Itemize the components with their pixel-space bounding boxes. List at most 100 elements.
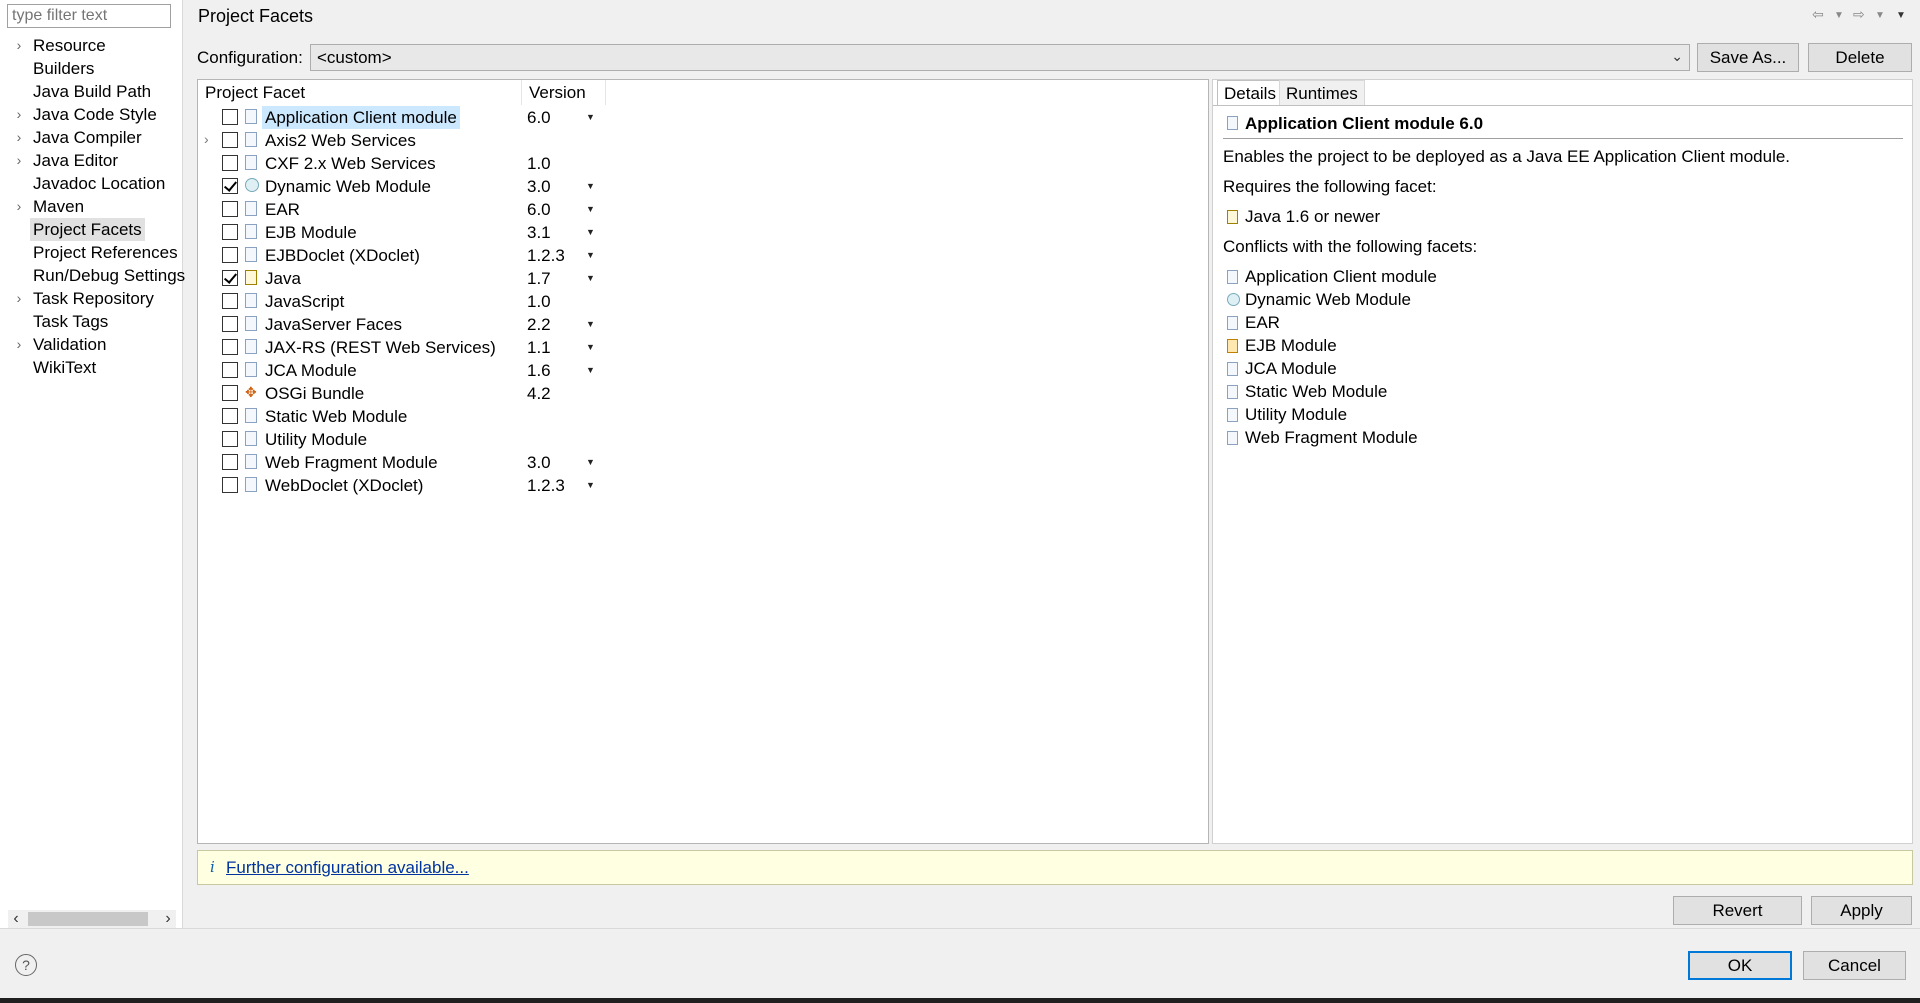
version-dropdown-icon[interactable]: ▼ — [586, 175, 595, 198]
nav-item[interactable]: › Task Repository — [0, 287, 182, 310]
facet-row[interactable]: EJBDoclet (XDoclet) 1.2.3 ▼ — [198, 244, 608, 267]
expand-chevron-icon[interactable]: › — [12, 287, 26, 310]
nav-item[interactable]: Run/Debug Settings — [0, 264, 185, 287]
facet-checkbox[interactable] — [222, 270, 238, 286]
facet-version[interactable]: 1.6 — [527, 359, 551, 382]
help-icon[interactable]: ? — [15, 954, 37, 976]
nav-item[interactable]: › Java Editor — [0, 149, 182, 172]
revert-button[interactable]: Revert — [1673, 896, 1802, 925]
facet-version[interactable]: 1.2.3 — [527, 244, 565, 267]
version-dropdown-icon[interactable]: ▼ — [586, 336, 595, 359]
version-dropdown-icon[interactable]: ▼ — [586, 267, 595, 290]
nav-item[interactable]: › Java Compiler — [0, 126, 182, 149]
facet-row[interactable]: JCA Module 1.6 ▼ — [198, 359, 608, 382]
facet-row[interactable]: CXF 2.x Web Services 1.0 — [198, 152, 608, 175]
facet-checkbox[interactable] — [222, 477, 238, 493]
delete-button[interactable]: Delete — [1808, 43, 1912, 72]
facet-checkbox[interactable] — [222, 293, 238, 309]
facet-row[interactable]: EAR 6.0 ▼ — [198, 198, 608, 221]
facet-checkbox[interactable] — [222, 178, 238, 194]
version-dropdown-icon[interactable]: ▼ — [586, 221, 595, 244]
facet-checkbox[interactable] — [222, 132, 238, 148]
facet-checkbox[interactable] — [222, 454, 238, 470]
expand-chevron-icon[interactable]: › — [12, 195, 26, 218]
version-dropdown-icon[interactable]: ▼ — [586, 359, 595, 382]
expand-chevron-icon[interactable]: › — [12, 333, 26, 356]
expand-chevron-icon[interactable]: › — [204, 131, 216, 147]
nav-item[interactable]: › Maven — [0, 195, 182, 218]
nav-item[interactable]: Builders — [0, 57, 182, 80]
ok-button[interactable]: OK — [1688, 951, 1792, 980]
nav-item[interactable]: › Java Code Style — [0, 103, 182, 126]
facet-checkbox[interactable] — [222, 109, 238, 125]
nav-item[interactable]: Java Build Path — [0, 80, 182, 103]
facet-checkbox[interactable] — [222, 385, 238, 401]
facet-row[interactable]: Application Client module 6.0 ▼ — [198, 106, 608, 129]
facet-checkbox[interactable] — [222, 316, 238, 332]
facet-row[interactable]: JAX-RS (REST Web Services) 1.1 ▼ — [198, 336, 608, 359]
apply-button[interactable]: Apply — [1811, 896, 1912, 925]
configuration-combo[interactable]: <custom> ⌄ — [310, 44, 1690, 71]
facet-version[interactable]: 1.0 — [527, 290, 551, 313]
save-as-button[interactable]: Save As... — [1697, 43, 1799, 72]
facet-row[interactable]: Web Fragment Module 3.0 ▼ — [198, 451, 608, 474]
facet-row[interactable]: ✥ OSGi Bundle 4.2 — [198, 382, 608, 405]
expand-chevron-icon[interactable]: › — [12, 34, 26, 57]
facet-row[interactable]: JavaServer Faces 2.2 ▼ — [198, 313, 608, 336]
facet-checkbox[interactable] — [222, 408, 238, 424]
tab-details[interactable]: Details — [1217, 80, 1283, 106]
scroll-thumb[interactable] — [28, 912, 148, 926]
facet-row[interactable]: Dynamic Web Module 3.0 ▼ — [198, 175, 608, 198]
expand-chevron-icon[interactable]: › — [12, 126, 26, 149]
facet-checkbox[interactable] — [222, 431, 238, 447]
facet-checkbox[interactable] — [222, 247, 238, 263]
nav-item[interactable]: WikiText — [0, 356, 182, 379]
version-dropdown-icon[interactable]: ▼ — [586, 198, 595, 221]
facet-version[interactable]: 1.7 — [527, 267, 551, 290]
facet-version[interactable]: 4.2 — [527, 382, 551, 405]
facet-version[interactable]: 2.2 — [527, 313, 551, 336]
facet-row[interactable]: WebDoclet (XDoclet) 1.2.3 ▼ — [198, 474, 608, 497]
version-dropdown-icon[interactable]: ▼ — [586, 451, 595, 474]
facet-version[interactable]: 1.0 — [527, 152, 551, 175]
facet-version[interactable]: 3.0 — [527, 175, 551, 198]
tab-runtimes[interactable]: Runtimes — [1279, 80, 1365, 106]
facet-row[interactable]: Static Web Module — [198, 405, 608, 428]
column-header-version[interactable]: Version — [522, 80, 606, 105]
version-dropdown-icon[interactable]: ▼ — [586, 244, 595, 267]
version-dropdown-icon[interactable]: ▼ — [586, 106, 595, 129]
scroll-right-icon[interactable]: › — [160, 910, 176, 928]
scroll-left-icon[interactable]: ‹ — [8, 910, 24, 928]
facet-checkbox[interactable] — [222, 155, 238, 171]
facet-version[interactable]: 6.0 — [527, 106, 551, 129]
facet-row[interactable]: › Axis2 Web Services — [198, 129, 608, 152]
forward-menu-icon[interactable]: ▼ — [1875, 10, 1885, 21]
facet-row[interactable]: Utility Module — [198, 428, 608, 451]
facet-row[interactable]: JavaScript 1.0 — [198, 290, 608, 313]
facet-checkbox[interactable] — [222, 201, 238, 217]
facet-version[interactable]: 3.1 — [527, 221, 551, 244]
version-dropdown-icon[interactable]: ▼ — [586, 313, 595, 336]
nav-item[interactable]: Project References — [0, 241, 182, 264]
facet-checkbox[interactable] — [222, 339, 238, 355]
facet-row[interactable]: Java 1.7 ▼ — [198, 267, 608, 290]
nav-item[interactable]: › Resource — [0, 34, 182, 57]
expand-chevron-icon[interactable]: › — [12, 103, 26, 126]
view-menu-icon[interactable]: ▼ — [1896, 10, 1906, 21]
facet-version[interactable]: 3.0 — [527, 451, 551, 474]
facet-version[interactable]: 1.2.3 — [527, 474, 565, 497]
back-menu-icon[interactable]: ▼ — [1834, 10, 1844, 21]
filter-input[interactable] — [7, 4, 171, 28]
back-arrow-icon[interactable]: ⇦ — [1812, 6, 1824, 23]
facet-version[interactable]: 1.1 — [527, 336, 551, 359]
nav-item[interactable]: › Validation — [0, 333, 182, 356]
nav-item[interactable]: Task Tags — [0, 310, 182, 333]
cancel-button[interactable]: Cancel — [1803, 951, 1906, 980]
nav-item[interactable]: Javadoc Location — [0, 172, 182, 195]
version-dropdown-icon[interactable]: ▼ — [586, 474, 595, 497]
facet-version[interactable]: 6.0 — [527, 198, 551, 221]
facet-checkbox[interactable] — [222, 362, 238, 378]
horizontal-scrollbar[interactable]: ‹ › — [8, 910, 176, 928]
forward-arrow-icon[interactable]: ⇨ — [1853, 6, 1865, 23]
facet-checkbox[interactable] — [222, 224, 238, 240]
